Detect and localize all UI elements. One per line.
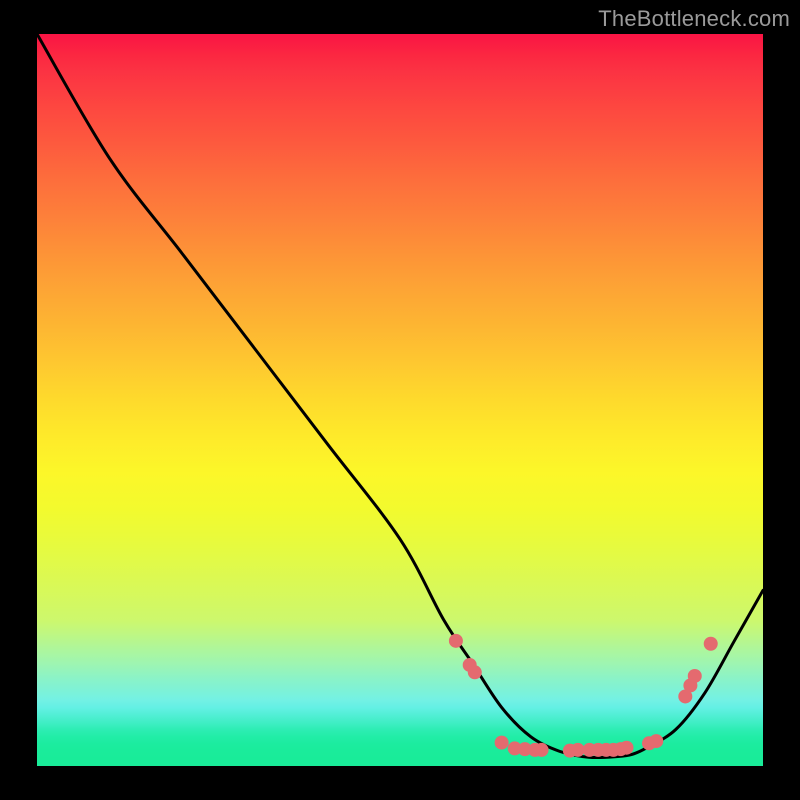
data-marker [649,734,663,748]
data-marker [535,743,549,757]
data-markers [449,634,718,758]
data-marker [449,634,463,648]
data-marker [688,669,702,683]
data-marker [704,637,718,651]
curve-path [37,34,763,758]
chart-svg-overlay [37,34,763,766]
watermark-text: TheBottleneck.com [598,6,790,32]
data-marker [468,665,482,679]
data-marker [495,736,509,750]
data-marker [620,741,634,755]
